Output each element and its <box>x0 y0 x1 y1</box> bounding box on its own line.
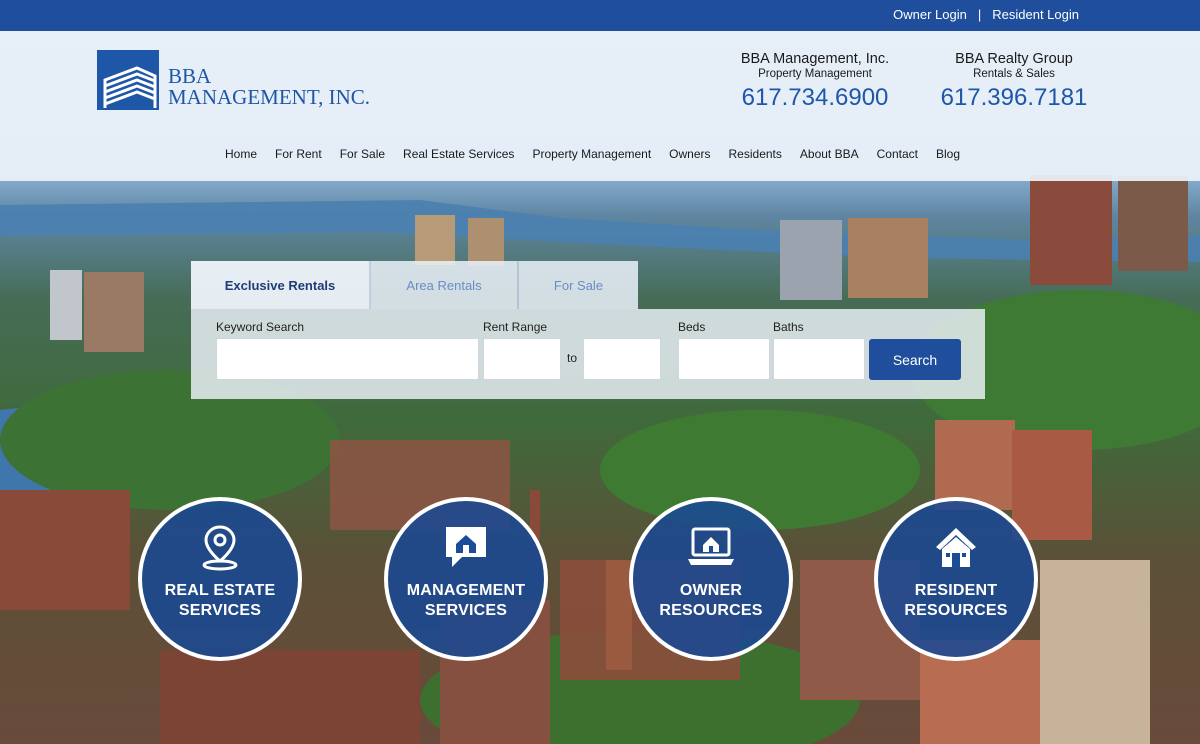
top-utility-bar: Owner Login | Resident Login <box>0 0 1200 31</box>
logo-wordmark: BBA MANAGEMENT, INC. <box>168 66 370 108</box>
house-icon <box>932 523 980 571</box>
baths-label: Baths <box>773 320 804 334</box>
nav-for-sale[interactable]: For Sale <box>331 147 394 161</box>
rent-max-input[interactable] <box>583 338 661 380</box>
login-links: Owner Login | Resident Login <box>893 7 1079 22</box>
nav-contact[interactable]: Contact <box>868 147 927 161</box>
management-services-circle[interactable]: MANAGEMENT SERVICES <box>384 497 548 661</box>
search-tabs: Exclusive Rentals Area Rentals For Sale <box>191 261 638 309</box>
feature-line2: SERVICES <box>424 602 508 619</box>
feature-line2: SERVICES <box>178 602 262 619</box>
feature-label: RESIDENT RESOURCES <box>878 581 1034 621</box>
resident-resources-circle[interactable]: RESIDENT RESOURCES <box>874 497 1038 661</box>
feature-line2: RESOURCES <box>904 602 1008 619</box>
owner-resources-circle[interactable]: OWNER RESOURCES <box>629 497 793 661</box>
bba-logo[interactable]: BBA MANAGEMENT, INC. <box>97 50 397 116</box>
feature-line1: MANAGEMENT <box>406 582 526 599</box>
tab-exclusive-rentals[interactable]: Exclusive Rentals <box>191 261 371 309</box>
keyword-label: Keyword Search <box>216 320 305 334</box>
feature-label: MANAGEMENT SERVICES <box>388 581 544 621</box>
feature-line1: REAL ESTATE <box>164 582 276 599</box>
tab-for-sale[interactable]: For Sale <box>519 261 638 309</box>
logo-line2: MANAGEMENT, INC. <box>168 85 371 109</box>
feature-line1: RESIDENT <box>914 582 998 599</box>
login-separator: | <box>977 7 982 22</box>
owner-login-link[interactable]: Owner Login <box>893 7 967 22</box>
beds-label: Beds <box>678 320 706 334</box>
chat-house-icon <box>442 523 490 571</box>
contact-phone[interactable]: 617.734.6900 <box>734 84 896 112</box>
contact-name: BBA Management, Inc. <box>740 51 890 67</box>
laptop-house-icon <box>687 523 735 571</box>
feature-label: OWNER RESOURCES <box>633 581 789 621</box>
nav-owners[interactable]: Owners <box>660 147 719 161</box>
search-button[interactable]: Search <box>869 339 961 380</box>
nav-property-management[interactable]: Property Management <box>523 147 660 161</box>
baths-input[interactable] <box>773 338 865 380</box>
rent-range-label: Rent Range <box>483 320 548 334</box>
nav-blog[interactable]: Blog <box>927 147 969 161</box>
feature-label: REAL ESTATE SERVICES <box>142 581 298 621</box>
feature-line1: OWNER <box>679 582 743 599</box>
nav-about[interactable]: About BBA <box>791 147 868 161</box>
tab-area-rentals[interactable]: Area Rentals <box>371 261 519 309</box>
contact-realty: BBA Realty Group Rentals & Sales 617.396… <box>940 51 1088 112</box>
resident-login-link[interactable]: Resident Login <box>992 7 1079 22</box>
logo-mark-icon <box>97 50 159 110</box>
contact-management: BBA Management, Inc. Property Management… <box>734 51 896 112</box>
nav-residents[interactable]: Residents <box>720 147 791 161</box>
beds-input[interactable] <box>678 338 770 380</box>
contact-name: BBA Realty Group <box>955 51 1073 67</box>
site-header: BBA MANAGEMENT, INC. BBA Management, Inc… <box>0 31 1200 181</box>
feature-line2: RESOURCES <box>659 602 763 619</box>
rent-to-label: to <box>567 351 578 365</box>
nav-home[interactable]: Home <box>216 147 266 161</box>
nav-real-estate-services[interactable]: Real Estate Services <box>394 147 523 161</box>
nav-for-rent[interactable]: For Rent <box>266 147 331 161</box>
real-estate-services-circle[interactable]: REAL ESTATE SERVICES <box>138 497 302 661</box>
contact-phone[interactable]: 617.396.7181 <box>940 84 1088 112</box>
logo-line1: BBA <box>168 64 212 88</box>
contact-subtitle: Rentals & Sales <box>973 68 1055 80</box>
search-panel: Keyword Search Rent Range to Beds Baths … <box>191 309 985 399</box>
keyword-search-input[interactable] <box>216 338 479 380</box>
rent-min-input[interactable] <box>483 338 561 380</box>
main-nav: Home For Rent For Sale Real Estate Servi… <box>0 145 1200 163</box>
contact-subtitle: Property Management <box>758 68 872 80</box>
location-pin-icon <box>196 523 244 571</box>
